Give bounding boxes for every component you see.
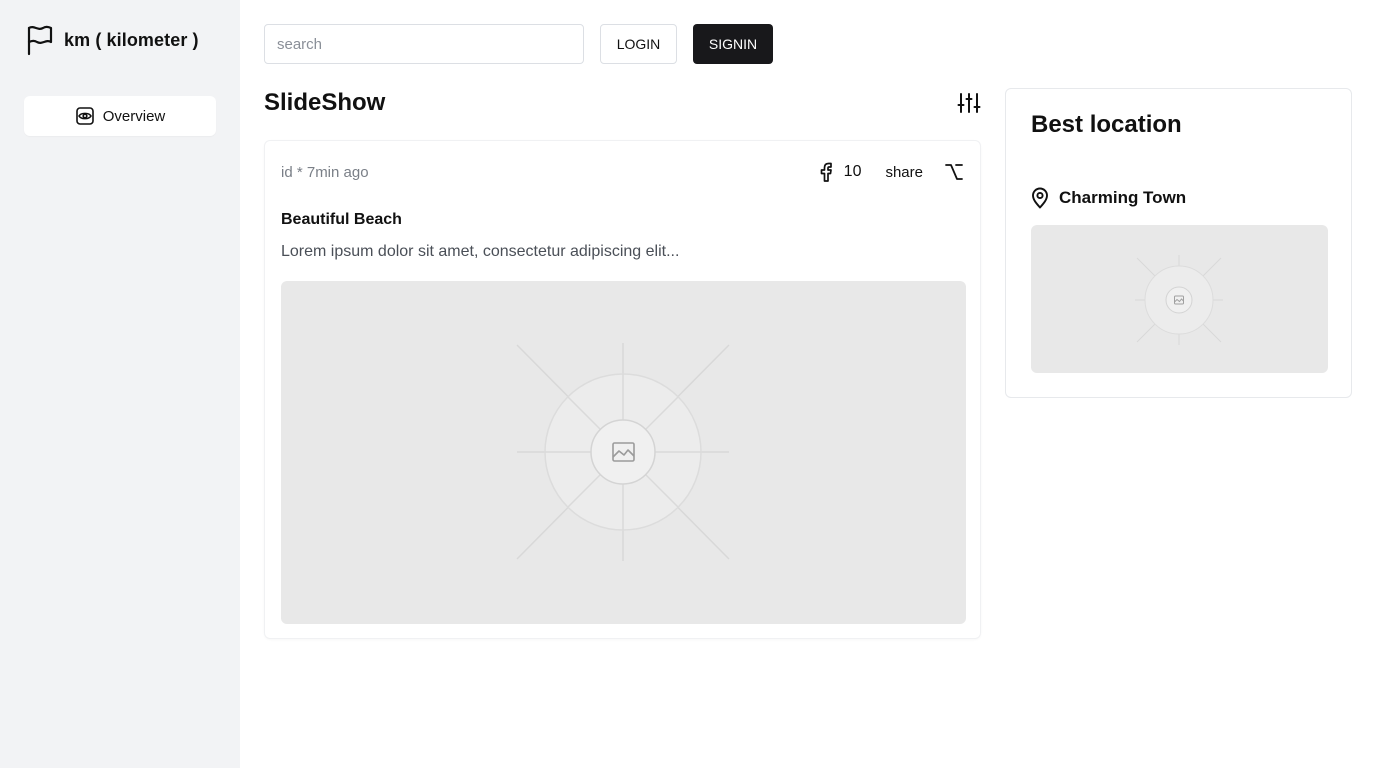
sliders-icon [957, 91, 981, 120]
eye-icon [75, 106, 95, 126]
brand[interactable]: km ( kilometer ) [24, 24, 199, 56]
filter-button[interactable] [956, 92, 982, 118]
flag-icon [24, 24, 54, 56]
sidebar-item-label: Overview [102, 107, 166, 125]
best-location-card: Best location Charming Town [1005, 88, 1352, 398]
login-button[interactable]: LOGIN [600, 24, 677, 64]
like-count: 10 [843, 163, 862, 180]
map-pin-icon [1031, 187, 1049, 209]
sidebar: km ( kilometer ) Overview [0, 0, 240, 768]
section-title: SlideShow [264, 89, 386, 116]
search-input[interactable] [264, 24, 584, 64]
image-placeholder-icon [1135, 255, 1223, 345]
post-meta: id * 7min ago [281, 164, 369, 181]
post-description: Lorem ipsum dolor sit amet, consectetur … [281, 243, 680, 260]
location-name: Charming Town [1059, 188, 1187, 207]
option-key-icon[interactable] [943, 161, 965, 183]
facebook-icon[interactable] [816, 161, 836, 183]
post-card: id * 7min ago 10 share Beautiful Beach L… [264, 140, 981, 639]
image-placeholder-icon [516, 343, 730, 561]
location-row[interactable]: Charming Town [1031, 187, 1186, 209]
best-location-title: Best location [1031, 111, 1182, 138]
share-link[interactable]: share [885, 164, 923, 181]
brand-name: km ( kilometer ) [64, 29, 199, 50]
post-actions: 10 share [816, 161, 965, 183]
sidebar-item-overview[interactable]: Overview [24, 96, 216, 136]
signin-button[interactable]: SIGNIN [693, 24, 773, 64]
post-title: Beautiful Beach [281, 211, 402, 228]
post-image [281, 281, 966, 624]
location-image [1031, 225, 1328, 373]
